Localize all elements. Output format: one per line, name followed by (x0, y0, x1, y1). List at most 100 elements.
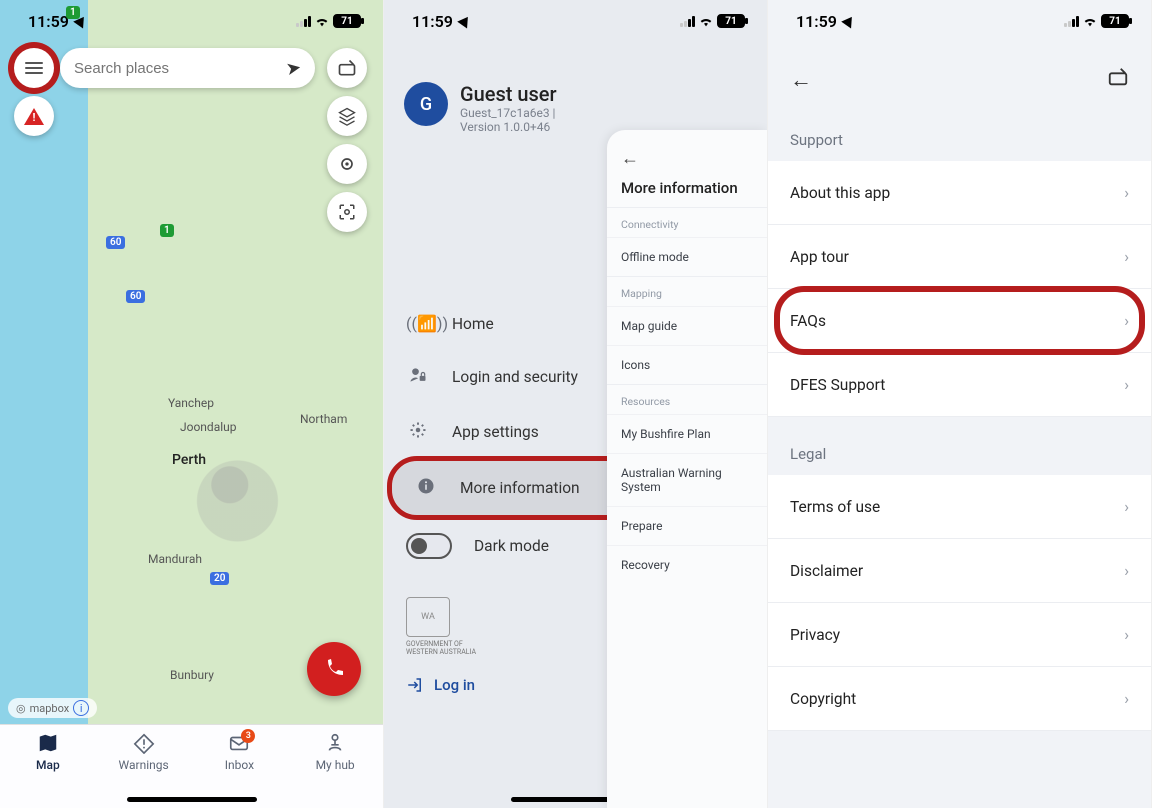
qr-scan-button[interactable] (327, 192, 367, 232)
screen-drawer: 11:59 71 G Guest user Guest_17c1a6e3 | V… (384, 0, 768, 808)
chevron-right-icon: › (1124, 625, 1129, 644)
tab-myhub[interactable]: My hub (287, 731, 383, 808)
emergency-call-button[interactable] (307, 642, 361, 696)
map-label: Northam (300, 412, 347, 426)
mapbox-logo-icon: ◎ (16, 702, 26, 715)
cell-signal-icon (296, 16, 311, 27)
map-label: Mandurah (148, 552, 202, 566)
mapbox-attribution[interactable]: ◎ mapbox i (8, 698, 97, 718)
more-information-panel: ← More information Connectivity Offline … (607, 130, 767, 808)
info-icon (414, 477, 438, 499)
location-arrow-icon (457, 13, 473, 28)
route-badge: 1 (66, 6, 80, 19)
battery-icon: 71 (1101, 14, 1129, 28)
battery-icon: 71 (333, 14, 361, 28)
panel-back-button[interactable]: ← (607, 144, 767, 179)
gear-icon (406, 421, 430, 443)
row-label: Privacy (790, 626, 840, 644)
drawer-label: App settings (452, 423, 539, 441)
row-faqs[interactable]: FAQs › (768, 289, 1151, 353)
chevron-right-icon: › (1124, 311, 1129, 330)
panel-item-map-guide[interactable]: Map guide (607, 306, 767, 345)
chevron-right-icon: › (1124, 247, 1129, 266)
cell-signal-icon (680, 16, 695, 27)
row-disclaimer[interactable]: Disclaimer › (768, 539, 1151, 603)
radio-icon (337, 58, 357, 78)
wifi-icon (1082, 15, 1098, 27)
info-icon[interactable]: i (73, 700, 89, 716)
phone-icon (322, 657, 346, 681)
panel-item-recovery[interactable]: Recovery (607, 545, 767, 584)
user-id: Guest_17c1a6e3 | (460, 106, 557, 120)
map-label: Bunbury (170, 668, 214, 682)
mapbox-text: mapbox (30, 702, 70, 715)
panel-item-prepare[interactable]: Prepare (607, 506, 767, 545)
panel-item-bushfire[interactable]: My Bushfire Plan (607, 414, 767, 453)
user-name: Guest user (460, 82, 557, 106)
wifi-icon (698, 15, 714, 27)
layers-button[interactable] (327, 96, 367, 136)
drawer-label: Dark mode (474, 537, 549, 555)
panel-title: More information (607, 179, 767, 207)
chevron-right-icon: › (1124, 561, 1129, 580)
row-about-app[interactable]: About this app › (768, 161, 1151, 225)
panel-item-offline[interactable]: Offline mode (607, 237, 767, 276)
radio-button[interactable] (327, 48, 367, 88)
row-privacy[interactable]: Privacy › (768, 603, 1151, 667)
map-label-perth: Perth (172, 452, 206, 468)
map-icon (36, 731, 60, 755)
warnings-layer-button[interactable] (14, 96, 54, 136)
screen-map: 11:59 71 ➤ (0, 0, 384, 808)
row-terms[interactable]: Terms of use › (768, 475, 1151, 539)
drawer-label: Home (452, 315, 494, 333)
route-badge: 1 (160, 224, 174, 237)
chevron-right-icon: › (1124, 375, 1129, 394)
route-badge: 60 (126, 290, 145, 303)
login-label: Log in (434, 676, 475, 694)
layers-icon (337, 106, 357, 126)
inbox-badge: 3 (241, 729, 255, 743)
home-broadcast-icon: ((📶)) (406, 314, 430, 333)
target-icon (337, 154, 357, 174)
row-copyright[interactable]: Copyright › (768, 667, 1151, 731)
menu-button[interactable] (14, 48, 54, 88)
route-badge: 20 (210, 572, 229, 585)
chevron-right-icon: › (1124, 497, 1129, 516)
row-label: DFES Support (790, 376, 885, 394)
locate-me-button[interactable] (327, 144, 367, 184)
panel-item-aws[interactable]: Australian Warning System (607, 453, 767, 506)
scan-icon (338, 203, 356, 221)
back-button[interactable]: ← (790, 67, 812, 93)
row-label: Terms of use (790, 498, 880, 516)
battery-icon: 71 (717, 14, 745, 28)
row-label: Disclaimer (790, 562, 863, 580)
map-label: Joondalup (180, 420, 237, 434)
warning-triangle-icon (24, 108, 44, 125)
cell-signal-icon (1064, 16, 1079, 27)
section-label: Resources (607, 384, 767, 414)
status-time: 11:59 (412, 12, 453, 31)
status-bar: 11:59 71 (768, 0, 1151, 42)
screen-support: 11:59 71 ← Support About this app › App … (768, 0, 1152, 808)
wa-emblem-icon: WA (406, 597, 450, 637)
home-indicator[interactable] (127, 797, 257, 802)
panel-item-icons[interactable]: Icons (607, 345, 767, 384)
row-dfes-support[interactable]: DFES Support › (768, 353, 1151, 417)
chevron-right-icon: › (1124, 183, 1129, 202)
section-legal: Legal (768, 417, 1151, 475)
radio-button[interactable] (1107, 66, 1129, 93)
status-time: 11:59 (796, 12, 837, 31)
status-bar: 11:59 71 (0, 0, 383, 42)
lock-person-icon (406, 365, 430, 389)
tab-map[interactable]: Map (0, 731, 96, 808)
map-label: Yanchep (168, 396, 214, 410)
tab-label: Inbox (225, 758, 254, 772)
tab-label: My hub (316, 758, 355, 772)
hamburger-icon (25, 62, 43, 74)
dark-mode-toggle[interactable] (406, 533, 452, 559)
navigate-icon[interactable]: ➤ (284, 56, 303, 79)
row-app-tour[interactable]: App tour › (768, 225, 1151, 289)
search-input[interactable] (74, 60, 278, 77)
search-bar[interactable]: ➤ (60, 48, 315, 88)
route-badge: 60 (106, 236, 125, 249)
